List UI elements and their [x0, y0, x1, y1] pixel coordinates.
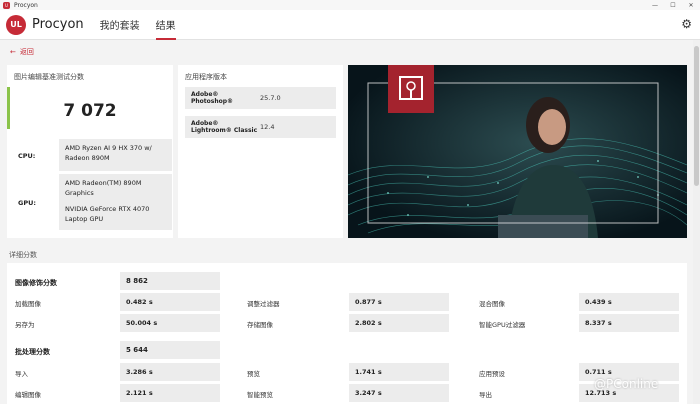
metric-name: 混合图像: [479, 300, 505, 308]
back-link[interactable]: ← 返回: [10, 47, 34, 57]
app-header: UL Procyon 我的套装 结果 ⚙: [0, 10, 700, 40]
metric-name: 智能GPU过滤器: [479, 321, 526, 329]
version-value: 12.4: [260, 123, 275, 131]
metric-name: 预览: [247, 370, 260, 378]
section-name: 批处理分数: [15, 348, 50, 356]
section-score: 8 862: [120, 272, 220, 290]
detail-scores-panel: 图像修饰分数 8 862 加载图像 0.482 s 调整过滤器 0.877 s …: [7, 263, 687, 404]
metric-value: 3.247 s: [349, 384, 449, 402]
tab-my-suites[interactable]: 我的套装: [100, 10, 140, 40]
metric-name: 导入: [15, 370, 28, 378]
tab-results[interactable]: 结果: [155, 10, 176, 40]
metric-name: 另存为: [15, 321, 35, 329]
section-score: 5 644: [120, 341, 220, 359]
metric-name: 智能预览: [247, 391, 273, 399]
version-app-name: Adobe® Photoshop®: [191, 91, 234, 105]
app-versions-card: 应用程序版本 Adobe® Photoshop® 25.7.0 Adobe® L…: [178, 65, 343, 238]
metric-value: 1.741 s: [349, 363, 449, 381]
metric-value: 50.004 s: [120, 314, 220, 332]
back-label: 返回: [19, 48, 34, 56]
ul-logo: UL: [6, 14, 26, 35]
metric-name: 调整过滤器: [247, 300, 280, 308]
metric-value: 0.439 s: [579, 293, 679, 311]
gpu-value-2: NVIDIA GeForce RTX 4070 Laptop GPU: [65, 205, 150, 223]
cpu-label: CPU:: [18, 152, 36, 160]
arrow-left-icon: ←: [10, 48, 16, 56]
score-card-title: 图片编辑基准测试分数: [14, 73, 84, 81]
metric-value: 0.877 s: [349, 293, 449, 311]
versions-title: 应用程序版本: [185, 73, 227, 81]
window-title: Procyon: [14, 1, 38, 9]
metric-value: 2.121 s: [120, 384, 220, 402]
version-value: 25.7.0: [260, 94, 281, 102]
version-row: Adobe® Lightroom® Classic 12.4: [185, 116, 336, 138]
app-name: Procyon: [32, 17, 84, 32]
benchmark-score-card: 图片编辑基准测试分数 7 072 CPU: AMD Ryzen AI 9 HX …: [7, 65, 173, 238]
metric-name: 应用预设: [479, 370, 505, 378]
watermark: @PConline: [594, 377, 659, 391]
app-small-logo-icon: U: [3, 1, 10, 9]
main-nav: 我的套装 结果: [100, 10, 192, 40]
gear-icon[interactable]: ⚙: [681, 17, 692, 31]
metric-name: 编辑图像: [15, 391, 41, 399]
close-button[interactable]: ✕: [682, 0, 700, 10]
window-controls: — ☐ ✕: [646, 0, 700, 10]
gpu-label: GPU:: [18, 199, 36, 207]
metric-value: 3.286 s: [120, 363, 220, 381]
hero-illustration: [348, 65, 687, 238]
minimize-button[interactable]: —: [646, 0, 664, 10]
version-row: Adobe® Photoshop® 25.7.0: [185, 87, 336, 109]
version-app-name: Adobe® Lightroom® Classic: [191, 120, 258, 134]
window-titlebar: U Procyon — ☐ ✕: [0, 0, 700, 10]
overall-score: 7 072: [63, 101, 117, 121]
maximize-button[interactable]: ☐: [664, 0, 682, 10]
detail-scores-title: 详细分数: [9, 251, 37, 259]
metric-value: 2.802 s: [349, 314, 449, 332]
scrollbar-thumb[interactable]: [694, 46, 699, 186]
metric-value: 0.482 s: [120, 293, 220, 311]
metric-name: 导出: [479, 391, 492, 399]
benchmark-hero-image: [348, 65, 687, 238]
gpu-value-1: AMD Radeon(TM) 890M Graphics: [65, 179, 142, 197]
metric-value: 8.337 s: [579, 314, 679, 332]
cpu-value-box: AMD Ryzen AI 9 HX 370 w/ Radeon 890M: [59, 139, 172, 171]
metric-name: 加载图像: [15, 300, 41, 308]
section-name: 图像修饰分数: [15, 279, 57, 287]
page-scrollbar[interactable]: [693, 40, 700, 404]
gpu-value-box: AMD Radeon(TM) 890M Graphics NVIDIA GeFo…: [59, 174, 172, 230]
metric-name: 存储图像: [247, 321, 273, 329]
cpu-value: AMD Ryzen AI 9 HX 370 w/ Radeon 890M: [65, 144, 152, 162]
